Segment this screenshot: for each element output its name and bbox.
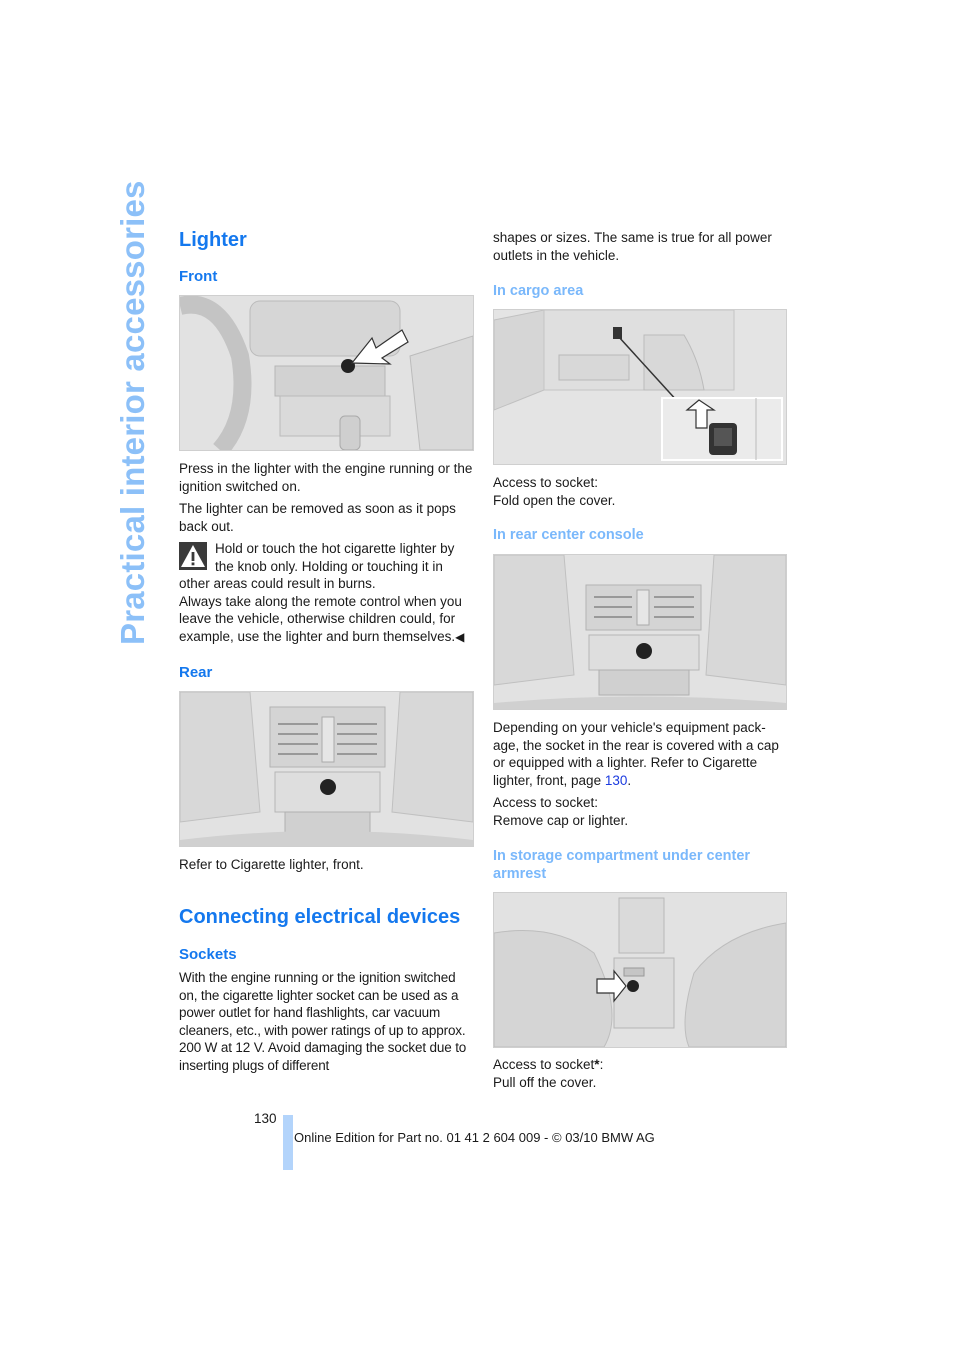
armrest-compartment-illustration xyxy=(494,893,786,1047)
cargo-access-action: Fold open the cover. xyxy=(493,493,616,508)
chapter-side-title: Practical interior accessories xyxy=(114,180,151,645)
armrest-access-label-colon: : xyxy=(599,1057,604,1072)
front-console-illustration xyxy=(180,296,473,450)
rear-console-socket-figure xyxy=(493,554,787,710)
rear-instruction: Refer to Cigarette lighter, front. xyxy=(179,857,364,872)
warning-text-remote-control: Always take along the remote control whe… xyxy=(179,593,474,647)
footer-accent-bar xyxy=(283,1115,293,1170)
page-number: 130 xyxy=(254,1111,277,1126)
warning-block: Hold or touch the hot cigarette lighter … xyxy=(179,540,474,647)
front-instruction-1: Press in the lighter with the engine run… xyxy=(179,461,473,494)
front-heading: Front xyxy=(179,268,218,285)
front-lighter-figure xyxy=(179,295,474,451)
rear-console-description: Depending on your vehicle's equipment pa… xyxy=(493,719,787,789)
page-130-link[interactable]: 130 xyxy=(605,773,628,788)
warning-text-remote-control-body: Always take along the remote control whe… xyxy=(179,593,462,644)
cargo-access-label: Access to socket: xyxy=(493,475,599,490)
rear-console-illustration xyxy=(180,692,473,846)
sockets-description: With the engine running or the ignition … xyxy=(179,970,467,1073)
armrest-access-label-text: Access to socket xyxy=(493,1057,595,1072)
cargo-area-illustration xyxy=(494,310,786,464)
rear-console-description-text: Depending on your vehicle's equipment pa… xyxy=(493,720,779,788)
armrest-socket-figure xyxy=(493,892,787,1048)
front-instruction-2: The lighter can be removed as soon as it… xyxy=(179,501,456,534)
armrest-access-label: Access to socket*: xyxy=(493,1056,787,1074)
armrest-compartment-heading: In storage compartment under center armr… xyxy=(493,848,751,882)
armrest-access-action: Pull off the cover. xyxy=(493,1075,597,1090)
rear-center-console-heading: In rear center console xyxy=(493,527,644,543)
edition-footer: Online Edition for Part no. 01 41 2 604 … xyxy=(294,1130,655,1145)
rear-lighter-figure xyxy=(179,691,474,847)
end-of-warning-mark: ◀ xyxy=(455,629,465,644)
rear-heading: Rear xyxy=(179,664,213,681)
warning-triangle-icon xyxy=(179,542,207,570)
connecting-devices-heading: Connecting electrical devices xyxy=(179,906,461,928)
sockets-heading: Sockets xyxy=(179,946,237,963)
cargo-socket-figure xyxy=(493,309,787,465)
rear-console-access-action: Remove cap or lighter. xyxy=(493,813,629,828)
rear-console-socket-illustration xyxy=(494,555,786,709)
sockets-description-continued: shapes or sizes. The same is true for al… xyxy=(493,230,772,263)
cargo-area-heading: In cargo area xyxy=(493,283,584,299)
rear-console-access-label: Access to socket: xyxy=(493,795,599,810)
rear-console-description-period: . xyxy=(627,772,632,788)
lighter-heading: Lighter xyxy=(179,229,247,251)
warning-text-burns: Hold or touch the hot cigarette lighter … xyxy=(179,541,455,592)
